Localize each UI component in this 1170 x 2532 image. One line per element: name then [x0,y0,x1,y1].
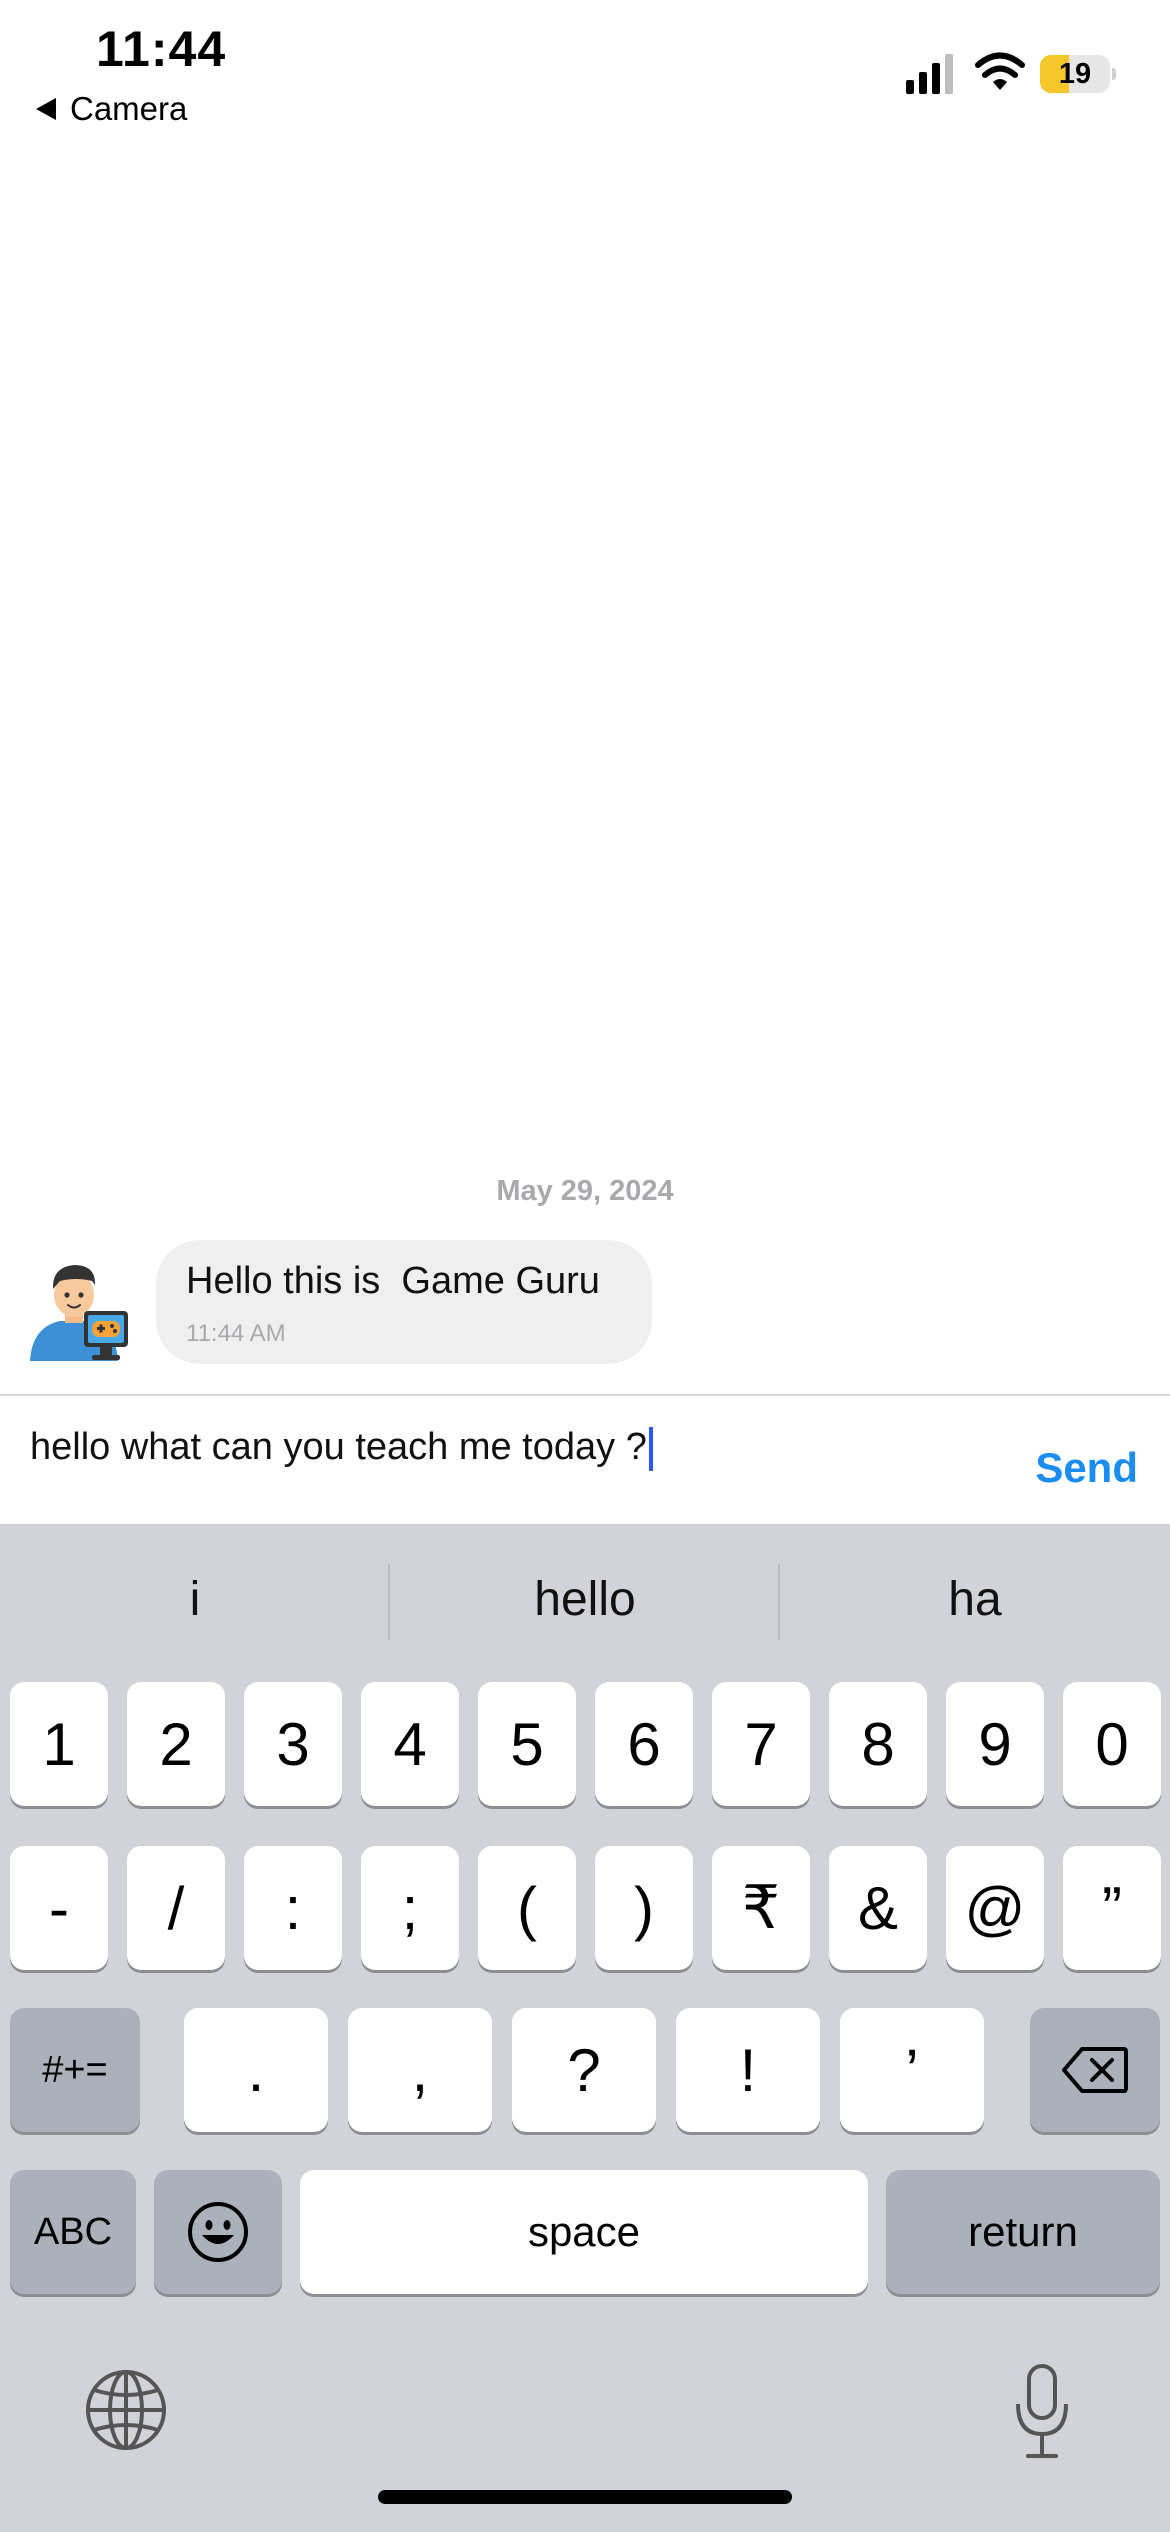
key-row3-0[interactable]: . [184,2008,328,2132]
suggestion-3[interactable]: ha [780,1524,1170,1674]
message-time: 11:44 AM [186,1320,286,1347]
key-row2-7[interactable]: & [829,1846,927,1970]
key-row3-4[interactable]: ’ [840,2008,984,2132]
game-guru-avatar [30,1265,128,1361]
key-row3-1[interactable]: , [348,2008,492,2132]
key-row1-5[interactable]: 6 [595,1682,693,1806]
key-row1-3[interactable]: 4 [361,1682,459,1806]
message-input[interactable]: hello what can you teach me today ? [30,1426,653,1471]
backspace-icon [1062,2047,1128,2093]
key-row2-3[interactable]: ; [361,1846,459,1970]
message-text: Hello this is Game Guru [186,1260,600,1302]
key-row1-0[interactable]: 1 [10,1682,108,1806]
signal-icon [906,54,953,94]
key-row3-2[interactable]: ? [512,2008,656,2132]
emoji-icon [188,2202,248,2262]
key-row1-7[interactable]: 8 [829,1682,927,1806]
keyboard: i hello ha #+= ABC space return 1 -2 /3:4;… [0,1524,1170,2532]
incoming-message-bubble[interactable]: Hello this is Game Guru 11:44 AM [156,1240,652,1364]
back-link-label: Camera [70,90,188,127]
key-row2-2[interactable]: : [244,1846,342,1970]
battery-level: 19 [1058,58,1092,90]
battery-icon: 19 [1040,55,1116,93]
key-row1-6[interactable]: 7 [712,1682,810,1806]
key-row1-2[interactable]: 3 [244,1682,342,1806]
back-arrow-icon [36,98,56,120]
return-key[interactable]: return [886,2170,1160,2294]
globe-icon[interactable] [84,2368,168,2452]
send-button[interactable]: Send [1035,1444,1138,1492]
key-row1-1[interactable]: 2 [127,1682,225,1806]
key-row2-4[interactable]: ( [478,1846,576,1970]
text-caret [648,1426,653,1471]
key-row3-3[interactable]: ! [676,2008,820,2132]
status-time: 11:44 [96,21,227,77]
suggestion-1[interactable]: i [0,1524,390,1674]
wifi-icon [975,52,1025,90]
key-row2-5[interactable]: ) [595,1846,693,1970]
suggestion-2[interactable]: hello [390,1524,780,1674]
key-row2-9[interactable]: ” [1063,1846,1161,1970]
symbols-toggle-key[interactable]: #+= [10,2008,140,2132]
space-key[interactable]: space [300,2170,868,2294]
key-row1-9[interactable]: 0 [1063,1682,1161,1806]
message-input-value: hello what can you teach me today ? [30,1426,647,1468]
key-row2-8[interactable]: @ [946,1846,1044,1970]
key-row1-4[interactable]: 5 [478,1682,576,1806]
back-to-camera-link[interactable]: Camera [36,90,187,128]
abc-key[interactable]: ABC [10,2170,136,2294]
key-row1-8[interactable]: 9 [946,1682,1044,1806]
status-bar: 11:44 Camera 19 [0,0,1170,150]
key-row2-1[interactable]: / [127,1846,225,1970]
composer-bar: hello what can you teach me today ? Send [0,1394,1170,1526]
microphone-icon[interactable] [1012,2364,1072,2460]
emoji-key[interactable] [154,2170,282,2294]
home-indicator[interactable] [378,2490,792,2504]
key-row2-0[interactable]: - [10,1846,108,1970]
date-separator: May 29, 2024 [496,1175,674,1207]
backspace-key[interactable] [1030,2008,1160,2132]
key-row2-6[interactable]: ₹ [712,1846,810,1970]
